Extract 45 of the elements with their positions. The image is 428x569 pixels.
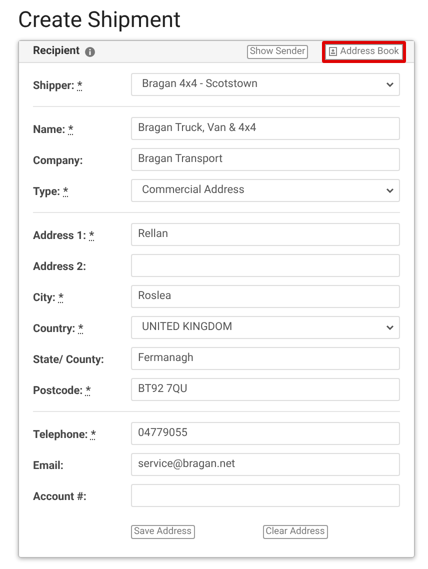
field-label: Email: xyxy=(33,458,64,474)
field-label: Company: xyxy=(33,152,83,169)
chevron-down-icon xyxy=(386,188,394,193)
info-icon xyxy=(84,46,95,56)
required-mark: * xyxy=(86,382,91,399)
field-label: Shipper: xyxy=(33,78,74,94)
chevron-down-icon xyxy=(386,82,394,87)
field-label: Telephone: xyxy=(33,426,88,443)
required-mark: * xyxy=(90,426,96,443)
field-label: Country: xyxy=(33,320,76,337)
field-label: Name: xyxy=(33,122,66,138)
required-mark: * xyxy=(78,320,84,337)
chevron-down-icon xyxy=(386,325,394,330)
field-label: Type: xyxy=(33,184,60,200)
show-sender-button[interactable]: Show Sender xyxy=(246,44,308,58)
input-field[interactable]: Bragan Transport xyxy=(131,148,400,171)
contact-card-icon xyxy=(329,47,338,56)
input-field[interactable] xyxy=(131,254,400,277)
required-mark: * xyxy=(89,228,94,244)
input-field[interactable] xyxy=(131,484,400,507)
input-field[interactable]: Rellan xyxy=(131,223,400,246)
required-mark: * xyxy=(63,184,68,200)
dropdown[interactable]: UNITED KINGDOM xyxy=(131,316,400,339)
address-book-button[interactable]: Address Book xyxy=(322,40,406,62)
field-label: City: xyxy=(33,290,56,306)
field-label: State/ County: xyxy=(33,352,104,368)
input-field[interactable]: Roslea xyxy=(131,285,400,308)
field-label: Address 2: xyxy=(33,258,86,275)
input-field[interactable]: 04779055 xyxy=(131,422,400,445)
input-field[interactable]: BT92 7QU xyxy=(131,378,400,401)
input-field[interactable]: service@bragan.net xyxy=(131,453,400,476)
input-field[interactable]: Fermanagh xyxy=(131,347,400,370)
dropdown[interactable]: Commercial Address xyxy=(131,179,400,202)
dropdown[interactable]: Bragan 4x4 - Scotstown xyxy=(131,73,400,96)
required-mark: * xyxy=(68,122,74,138)
field-label: Postcode: xyxy=(33,382,83,399)
page-title: Create Shipment xyxy=(18,8,182,34)
field-label: Address 1: xyxy=(33,228,86,244)
field-label: Account #: xyxy=(33,488,86,505)
required-mark: * xyxy=(58,290,64,306)
save-address-button[interactable]: Save Address xyxy=(131,525,195,539)
panel-title: Recipient xyxy=(33,43,80,60)
required-mark: * xyxy=(77,78,82,94)
clear-address-button[interactable]: Clear Address xyxy=(262,525,328,539)
input-field[interactable]: Bragan Truck, Van & 4x4 xyxy=(131,117,400,140)
